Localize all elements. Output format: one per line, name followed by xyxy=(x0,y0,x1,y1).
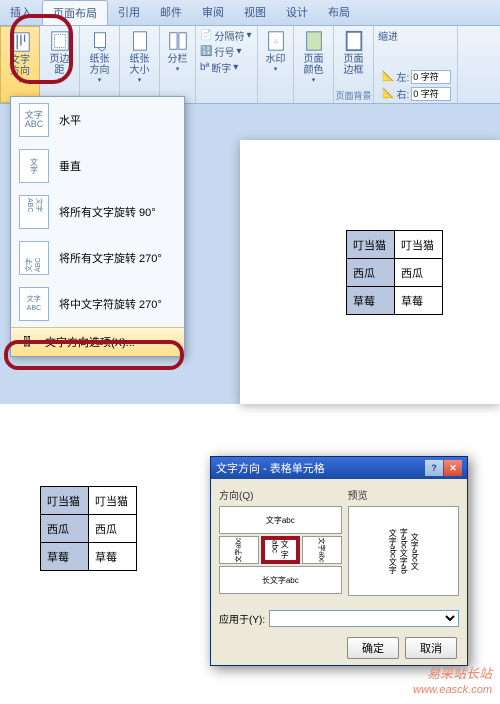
margins-icon xyxy=(49,30,71,52)
svg-text:A: A xyxy=(273,37,278,46)
chevron-down-icon: ▾ xyxy=(176,65,180,73)
page-background-group-label: 页面背景 xyxy=(334,89,373,102)
orientation-button[interactable]: 纸张方向 ▾ xyxy=(84,28,116,86)
sample-table-2[interactable]: 叮当猫叮当猫 西瓜西瓜 草莓草莓 xyxy=(40,486,137,571)
orient-horizontal-2[interactable]: 长文字abc xyxy=(219,566,342,594)
orient-v3[interactable]: 文字abc xyxy=(302,536,342,564)
dialog-titlebar[interactable]: 文字方向 - 表格单元格 ? ✕ xyxy=(211,457,467,479)
apply-label: 应用于(Y): xyxy=(219,611,265,626)
vertical-icon: 文字 xyxy=(19,149,49,183)
options-icon: ⫿⫿ xyxy=(19,334,35,350)
rotate-270-icon: 文字ABC xyxy=(19,241,49,275)
text-direction-dropdown: 文字ABC 水平 文字 垂直 文字ABC 将所有文字旋转 90° 文字ABC 将… xyxy=(10,96,185,357)
dd-rotate-cn-270[interactable]: 文字ABC 将中文字符旋转 270° xyxy=(11,281,184,327)
tab-view[interactable]: 视图 xyxy=(234,0,276,25)
watermark-text: 易采站长站 www.easck.com xyxy=(413,666,492,698)
orient-v2-selected[interactable]: 文 字 abc xyxy=(261,536,301,564)
ribbon-tabs: 插入 页面布局 引用 邮件 审阅 视图 设计 布局 xyxy=(0,0,500,26)
margins-button[interactable]: 页边距 ▾ xyxy=(44,28,76,86)
dialog-help-button[interactable]: ? xyxy=(425,460,443,476)
text-direction-icon xyxy=(9,31,31,53)
dd-horizontal[interactable]: 文字ABC 水平 xyxy=(11,97,184,143)
dd-options[interactable]: ⫿⫿ 文字方向选项(X)... xyxy=(11,327,184,356)
chevron-down-icon: ▾ xyxy=(98,76,102,84)
hyphenation-button[interactable]: bª断字 ▾ xyxy=(200,60,251,75)
orientation-label: 方向(Q) xyxy=(219,487,342,502)
indent-left-input[interactable] xyxy=(411,70,451,84)
dd-vertical[interactable]: 文字 垂直 xyxy=(11,143,184,189)
cancel-button[interactable]: 取消 xyxy=(405,637,457,659)
tab-review[interactable]: 审阅 xyxy=(192,0,234,25)
preview-box: 文字abc文字 字abc文字ab 文字abc文 xyxy=(348,506,459,596)
columns-button[interactable]: 分栏 ▾ xyxy=(162,28,194,75)
dd-rotate-270[interactable]: 文字ABC 将所有文字旋转 270° xyxy=(11,235,184,281)
indent-right-input[interactable] xyxy=(411,87,451,101)
indent-left[interactable]: 📐左: xyxy=(382,69,453,84)
dialog-title: 文字方向 - 表格单元格 xyxy=(216,460,325,476)
chevron-down-icon: ▾ xyxy=(312,76,316,84)
page-border-button[interactable]: 页面边框 xyxy=(338,28,370,78)
tab-references[interactable]: 引用 xyxy=(108,0,150,25)
preview-label: 预览 xyxy=(348,487,459,502)
table-row: 叮当猫叮当猫 xyxy=(347,231,443,259)
watermark-icon: A xyxy=(265,30,287,52)
table-row: 草莓草莓 xyxy=(41,543,137,571)
table-row: 西瓜西瓜 xyxy=(41,515,137,543)
tab-page-layout[interactable]: 页面布局 xyxy=(42,0,108,25)
table-row: 西瓜西瓜 xyxy=(347,259,443,287)
chevron-down-icon: ▾ xyxy=(138,76,142,84)
tab-design[interactable]: 设计 xyxy=(276,0,318,25)
chevron-down-icon: ▾ xyxy=(58,76,62,84)
sample-table-1[interactable]: 叮当猫叮当猫 西瓜西瓜 草莓草莓 xyxy=(346,230,443,315)
breaks-button[interactable]: 📄分隔符 ▾ xyxy=(200,28,251,43)
indent-right[interactable]: 📐右: xyxy=(382,86,453,101)
rotate-cn-270-icon: 文字ABC xyxy=(19,287,49,321)
page-color-icon xyxy=(303,30,325,52)
tab-mail[interactable]: 邮件 xyxy=(150,0,192,25)
orient-v1[interactable]: 文字abc xyxy=(219,536,259,564)
watermark-button[interactable]: A 水印 ▾ xyxy=(260,28,292,75)
text-direction-button[interactable]: 文字方向 ▾ xyxy=(4,29,36,87)
page-color-button[interactable]: 页面颜色 ▾ xyxy=(298,28,330,86)
tab-insert[interactable]: 插入 xyxy=(0,0,42,25)
chevron-down-icon: ▾ xyxy=(274,65,278,73)
ribbon: 文字方向 ▾ 页边距 ▾ 纸张方向 ▾ 纸张大小 ▾ xyxy=(0,26,500,104)
horizontal-icon: 文字ABC xyxy=(19,103,49,137)
ok-button[interactable]: 确定 xyxy=(347,637,399,659)
dd-rotate-90[interactable]: 文字ABC 将所有文字旋转 90° xyxy=(11,189,184,235)
apply-select[interactable] xyxy=(269,610,459,627)
orientation-icon xyxy=(89,30,111,52)
line-numbers-button[interactable]: 🔢行号 ▾ xyxy=(200,44,251,59)
orient-horizontal[interactable]: 文字abc xyxy=(219,506,342,534)
chevron-down-icon: ▾ xyxy=(18,77,22,85)
size-icon xyxy=(129,30,151,52)
dialog-close-button[interactable]: ✕ xyxy=(444,460,462,476)
columns-icon xyxy=(167,30,189,52)
tab-layout[interactable]: 布局 xyxy=(318,0,360,25)
rotate-90-icon: 文字ABC xyxy=(19,195,49,229)
table-row: 草莓草莓 xyxy=(347,287,443,315)
orientation-grid: 文字abc 文字abc 文 字 abc 文字abc 长文字abc xyxy=(219,506,342,594)
table-row: 叮当猫叮当猫 xyxy=(41,487,137,515)
page-border-icon xyxy=(343,30,365,52)
text-direction-dialog: 文字方向 - 表格单元格 ? ✕ 方向(Q) 文字abc 文字abc 文 字 a… xyxy=(210,456,468,666)
size-button[interactable]: 纸张大小 ▾ xyxy=(124,28,156,86)
